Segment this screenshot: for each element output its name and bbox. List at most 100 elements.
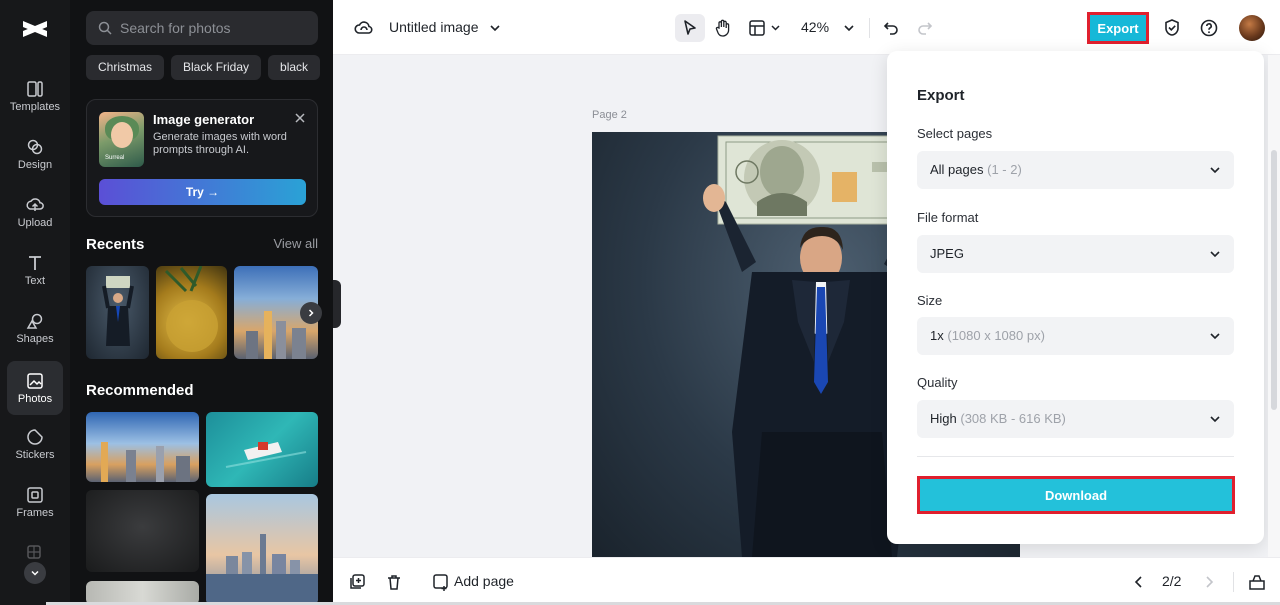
duplicate-icon: [350, 574, 365, 589]
add-page-button[interactable]: Add page: [454, 573, 514, 589]
redo-icon: [918, 22, 933, 35]
avatar[interactable]: [1239, 15, 1265, 41]
bottom-divider: [1233, 572, 1234, 592]
select-pages-value: All pages: [930, 162, 984, 177]
chip-black-friday[interactable]: Black Friday: [171, 55, 262, 80]
capcut-logo-icon[interactable]: [20, 15, 50, 43]
recent-photo-image: [102, 276, 134, 346]
chevron-down-icon: [1210, 416, 1220, 423]
view-all-link[interactable]: View all: [273, 236, 318, 251]
document-title[interactable]: Untitled image: [389, 19, 479, 35]
top-bar: Untitled image 42% Export: [333, 0, 1280, 55]
select-pages-hint: (1 - 2): [987, 162, 1022, 177]
select-pages-dropdown[interactable]: All pages (1 - 2): [917, 151, 1234, 189]
title-menu-button[interactable]: [487, 20, 503, 36]
recommended-title: Recommended: [86, 382, 194, 399]
rail-label: Text: [24, 274, 46, 287]
rail-item-design[interactable]: Design: [7, 127, 63, 181]
quality-hint: (308 KB - 616 KB): [960, 411, 1066, 426]
suggestion-chips: Christmas Black Friday black: [86, 55, 321, 80]
zoom-menu-button[interactable]: [841, 20, 857, 36]
close-icon[interactable]: [293, 111, 307, 125]
export-panel-title: Export: [917, 87, 965, 104]
select-pages-label: Select pages: [917, 126, 993, 141]
next-page-button[interactable]: [1199, 572, 1219, 592]
recent-photo-money-man[interactable]: [86, 266, 149, 359]
bottom-bar: Add page 2/2: [333, 557, 1280, 605]
recommended-photo-image: [101, 442, 190, 482]
design-icon: [27, 139, 43, 154]
add-page-icon: [433, 574, 448, 591]
rail-item-templates[interactable]: Templates: [7, 69, 63, 123]
file-format-dropdown[interactable]: JPEG: [917, 235, 1234, 273]
recommended-photo-boat[interactable]: [206, 412, 318, 487]
cursor-icon: [684, 20, 696, 35]
chip-christmas[interactable]: Christmas: [86, 55, 165, 80]
recents-next-button[interactable]: [300, 302, 322, 324]
size-label: Size: [917, 293, 943, 308]
security-button[interactable]: [1161, 17, 1183, 39]
size-dropdown[interactable]: 1x (1080 x 1080 px): [917, 317, 1234, 355]
cloud-save-button[interactable]: [353, 17, 375, 39]
export-panel: Export Select pages All pages (1 - 2) Fi…: [887, 51, 1264, 544]
recommended-photo-dark-texture[interactable]: [86, 490, 199, 572]
rail-item-stickers[interactable]: Stickers: [7, 417, 63, 471]
download-button[interactable]: Download: [917, 476, 1235, 514]
hand-tool-button[interactable]: [712, 17, 734, 39]
photos-panel: Christmas Black Friday black Surreal Ima…: [70, 0, 333, 605]
file-format-label: File format: [917, 210, 979, 225]
redo-button[interactable]: [915, 18, 935, 38]
undo-icon: [883, 22, 898, 35]
size-value: 1x: [930, 328, 944, 343]
rail-item-shapes[interactable]: Shapes: [7, 301, 63, 355]
layout-icon: [749, 20, 780, 36]
recent-photo-gold-ornament[interactable]: [156, 266, 227, 359]
generator-thumb-tag: Surreal: [105, 155, 125, 161]
apps-grid-icon[interactable]: [27, 545, 41, 559]
chevron-down-icon: [1210, 167, 1220, 174]
rail-item-photos[interactable]: Photos: [7, 361, 63, 415]
page-manager-button[interactable]: [1247, 572, 1267, 592]
text-icon: [29, 255, 41, 270]
quality-label: Quality: [917, 375, 958, 390]
rail-item-frames[interactable]: Frames: [7, 475, 63, 529]
rail-expand-button[interactable]: [24, 562, 46, 584]
generator-title: Image generator: [153, 112, 255, 127]
layout-menu-button[interactable]: [748, 17, 784, 39]
duplicate-page-button[interactable]: [347, 572, 367, 592]
quality-dropdown[interactable]: High (308 KB - 616 KB): [917, 400, 1234, 438]
size-hint: (1080 x 1080 px): [947, 328, 1045, 343]
page-indicator: 2/2: [1162, 573, 1182, 589]
undo-button[interactable]: [881, 18, 901, 38]
search-icon: [98, 21, 112, 35]
canvas-vertical-scrollbar[interactable]: [1268, 55, 1280, 557]
export-button[interactable]: Export: [1087, 12, 1149, 44]
previous-page-button[interactable]: [1129, 572, 1149, 592]
delete-page-button[interactable]: [384, 572, 404, 592]
zoom-level[interactable]: 42%: [801, 19, 829, 35]
scrollbar-thumb[interactable]: [1271, 150, 1277, 410]
recents-title: Recents: [86, 236, 145, 253]
recommended-photo-image: [225, 442, 307, 468]
search-input[interactable]: [120, 20, 310, 36]
photos-icon: [27, 372, 43, 389]
panel-collapse-handle[interactable]: [333, 280, 341, 328]
rail-item-text[interactable]: Text: [7, 243, 63, 297]
recommended-photo-skyline[interactable]: [206, 494, 318, 605]
select-tool-button[interactable]: [675, 14, 705, 42]
try-generator-button[interactable]: Try →: [99, 179, 306, 205]
help-button[interactable]: [1198, 17, 1220, 39]
chevron-down-icon: [1210, 333, 1220, 340]
chevron-down-icon: [490, 25, 500, 32]
recommended-photo-city[interactable]: [86, 412, 199, 482]
upload-icon: [26, 197, 44, 211]
cloud-icon: [354, 21, 373, 34]
chip-black[interactable]: black: [268, 55, 321, 80]
rail-label: Photos: [17, 392, 53, 405]
recent-photo-image: [164, 266, 218, 352]
rail-label: Stickers: [15, 448, 55, 461]
add-page-icon-wrap[interactable]: [431, 572, 451, 592]
image-generator-card: Surreal Image generator Generate images …: [86, 99, 318, 217]
rail-item-upload[interactable]: Upload: [7, 185, 63, 239]
search-box[interactable]: [86, 11, 318, 45]
